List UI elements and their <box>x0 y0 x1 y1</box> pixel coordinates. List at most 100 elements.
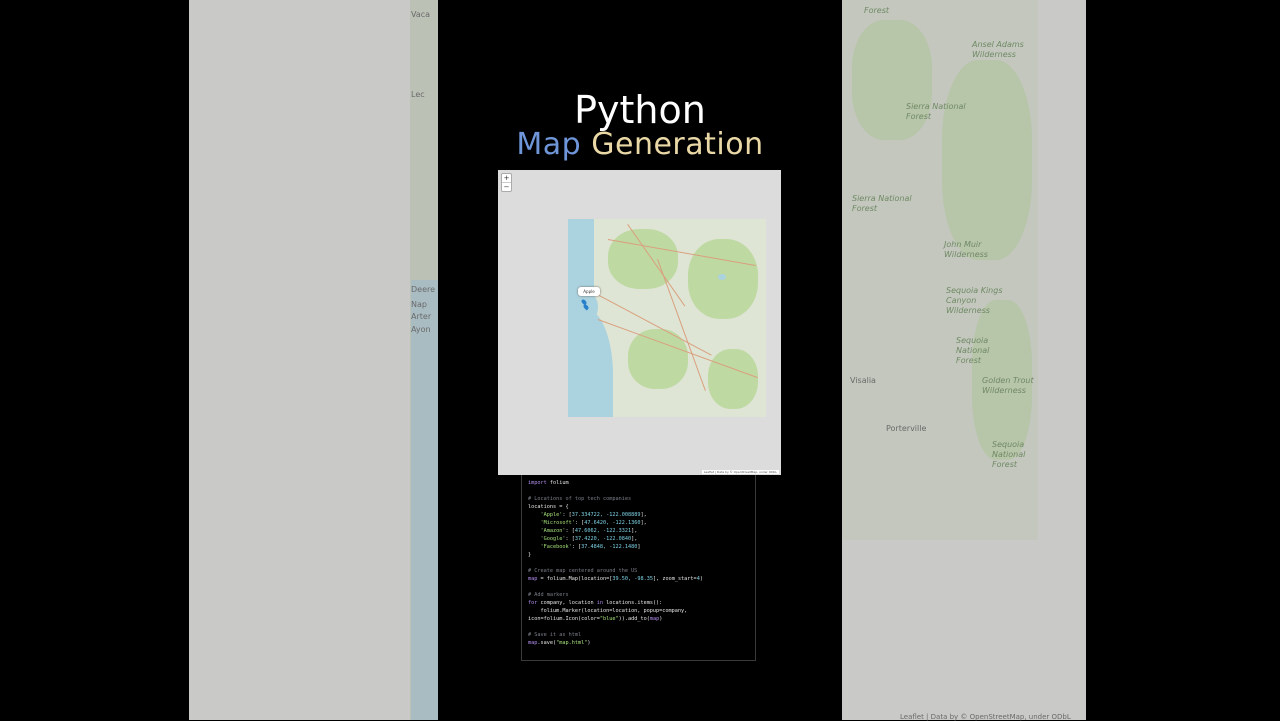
side-label: Porterville <box>886 424 927 433</box>
side-label: Sierra National Forest <box>906 102 966 121</box>
side-label: Sequoia National Forest <box>992 440 1026 469</box>
code-line: # Add markers <box>528 591 749 599</box>
code-token: .save( <box>537 640 557 646</box>
code-token: : [ <box>565 536 575 542</box>
code-line: 'Facebook': [37.4848, -122.1480] <box>528 543 749 551</box>
side-label: Arter <box>411 312 432 321</box>
code-token: ) <box>587 640 591 646</box>
side-label: Ansel Adams Wilderness <box>972 40 1024 59</box>
code-token: folium.Marker(location=location, popup=c… <box>528 608 688 614</box>
side-label: Sierra National Forest <box>852 194 912 213</box>
code-token: : [ <box>571 544 582 550</box>
code-token: ], zoom_start= <box>652 576 697 582</box>
code-token: = folium.Map(location=[ <box>537 576 613 582</box>
code-token: # Create map centered around the US <box>528 568 638 574</box>
code-token: locations = { <box>528 504 569 510</box>
code-token: 37.4848, -122.1480 <box>581 544 638 550</box>
code-token: ], <box>640 520 647 526</box>
code-token: 47.6420, -122.1360 <box>584 520 641 526</box>
code-token: } <box>528 552 532 558</box>
lake <box>718 274 726 280</box>
code-token: map <box>528 576 538 582</box>
zoom-control: + − <box>501 173 512 192</box>
code-token: "blue" <box>599 616 619 622</box>
side-label: Ayon <box>411 325 431 334</box>
zoom-in-button[interactable]: + <box>502 174 511 183</box>
code-token: 37.4220, -122.0840 <box>574 536 632 542</box>
code-token: 'Amazon' <box>528 528 566 534</box>
ocean <box>568 309 613 417</box>
title-map-generation: Map Generation <box>438 126 842 164</box>
code-token: 'Microsoft' <box>528 520 575 526</box>
code-token: )).add_to( <box>618 616 650 622</box>
folium-map[interactable]: + − Apple Leaflet | Data by © OpenStreet… <box>498 170 781 475</box>
code-panel: import folium # Locations of top tech com… <box>521 475 756 661</box>
code-token: ], <box>631 536 638 542</box>
code-token: # Add markers <box>528 592 569 598</box>
background-map-right: Forest Sierra National Forest Sierra Nat… <box>842 0 1086 720</box>
side-label: Forest <box>864 6 890 15</box>
side-label: Golden Trout Wilderness <box>982 376 1034 395</box>
code-token: 'Apple' <box>528 512 563 518</box>
code-token: for <box>528 600 538 606</box>
marker-popup[interactable]: Apple <box>578 287 600 296</box>
code-token: folium <box>546 480 569 486</box>
code-token: ], <box>631 528 638 534</box>
map-attribution-small: Leaflet | Data by © OpenStreetMap, under… <box>701 470 779 474</box>
code-token: map <box>649 616 660 622</box>
code-line: 'Amazon': [47.6062, -122.3321], <box>528 527 749 535</box>
code-line: } <box>528 551 749 559</box>
side-label: Vaca <box>411 10 431 19</box>
code-line: 'Apple': [37.334722, -122.008889], <box>528 511 749 519</box>
code-line: locations = { <box>528 503 749 511</box>
code-line: # Create map centered around the US <box>528 567 749 575</box>
code-token: 47.6062, -122.3321 <box>574 528 632 534</box>
side-label: Sequoia Kings Canyon Wilderness <box>946 286 1003 315</box>
code-token: icon=folium.Icon(color= <box>528 616 600 622</box>
code-token: 'Google' <box>528 536 566 542</box>
side-label: Visalia <box>850 376 876 385</box>
code-line: map = folium.Map(location=[39.50, -98.35… <box>528 575 749 583</box>
side-label: Lec <box>411 90 425 99</box>
code-token: ) <box>699 576 703 582</box>
code-token: locations.items(): <box>602 600 663 606</box>
code-line: 'Microsoft': [47.6420, -122.1360], <box>528 519 749 527</box>
code-token: : [ <box>562 512 572 518</box>
code-line: icon=folium.Icon(color="blue")).add_to(m… <box>528 615 749 623</box>
code-token: # Save it as html <box>528 632 582 638</box>
code-token: : [ <box>574 520 585 526</box>
code-token: ) <box>659 616 663 622</box>
side-label: Sequoia National Forest <box>956 336 990 365</box>
code-token: map <box>528 640 538 646</box>
code-line: map.save("map.html") <box>528 639 749 647</box>
code-line: import folium <box>528 479 749 487</box>
code-line: # Locations of top tech companies <box>528 495 749 503</box>
code-token: ], <box>640 512 647 518</box>
title-word-generation: Generation <box>591 127 764 162</box>
code-token: 'Facebook' <box>528 544 572 550</box>
code-token: "map.html" <box>556 640 588 646</box>
map-tile[interactable] <box>568 219 766 417</box>
code-token: : [ <box>565 528 575 534</box>
code-token: 39.50, -98.35 <box>612 576 653 582</box>
park-area <box>708 349 758 409</box>
side-label: John Muir Wilderness <box>944 240 988 259</box>
code-token: company, location <box>537 600 597 606</box>
title-word-map: Map <box>516 127 582 162</box>
zoom-out-button[interactable]: − <box>502 183 511 191</box>
side-label: Deere <box>411 285 436 294</box>
code-line: # Save it as html <box>528 631 749 639</box>
code-token: import <box>528 480 547 486</box>
code-token: ] <box>637 544 641 550</box>
code-line: for company, location in locations.items… <box>528 599 749 607</box>
code-token: # Locations of top tech companies <box>528 496 632 502</box>
side-label: Nap <box>411 300 427 309</box>
code-line: folium.Marker(location=location, popup=c… <box>528 607 749 615</box>
background-map-left: Vaca Deere Nap Arter Ayon Lec <box>189 0 438 720</box>
code-token: 37.334722, -122.008889 <box>571 512 641 518</box>
code-line: 'Google': [37.4220, -122.0840], <box>528 535 749 543</box>
